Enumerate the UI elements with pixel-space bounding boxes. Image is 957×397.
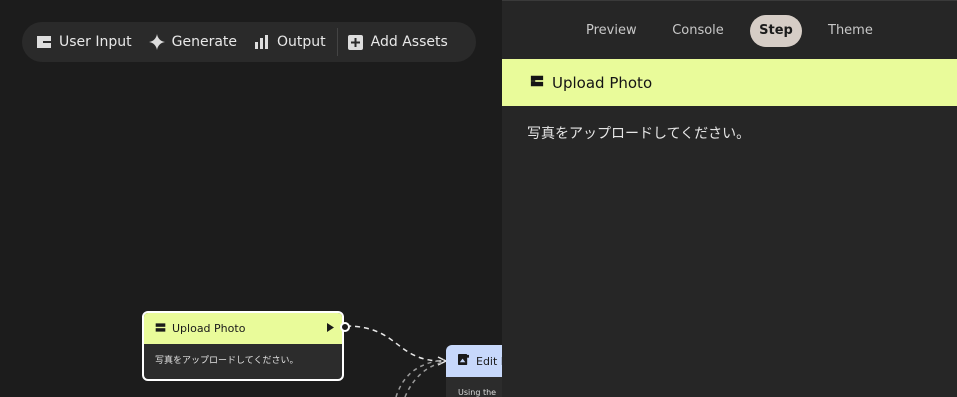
node-header: Upload Photo — [144, 313, 342, 344]
node-description: Using the — [458, 388, 497, 397]
workflow-canvas[interactable]: User Input Generate Output Add Assets Up… — [0, 0, 502, 397]
node-title: Upload Photo — [172, 322, 246, 335]
side-panel: Preview Console Step Theme Upload Photo … — [502, 0, 957, 397]
tab-preview[interactable]: Preview — [586, 15, 637, 47]
input-icon — [155, 322, 166, 336]
panel-tabs: Preview Console Step Theme — [502, 15, 957, 47]
node-upload-photo[interactable]: Upload Photo 写真をアップロードしてください。 — [142, 311, 344, 381]
node-header: Edit P — [446, 345, 502, 377]
node-description: 写真をアップロードしてください。 — [155, 356, 299, 366]
input-icon — [530, 73, 544, 92]
step-title: Upload Photo — [552, 73, 653, 92]
node-title: Edit P — [476, 354, 502, 368]
node-edit-photo[interactable]: Edit P Using the — [446, 345, 502, 397]
step-description: 写真をアップロードしてください。 — [527, 126, 751, 142]
edge-incoming-2 — [404, 361, 445, 397]
edge-incoming-1 — [395, 359, 445, 397]
run-step-icon[interactable] — [326, 322, 334, 335]
tab-console[interactable]: Console — [672, 15, 724, 47]
output-port[interactable] — [340, 322, 350, 332]
image-edit-icon — [458, 354, 469, 368]
edge-upload-to-edit — [345, 325, 445, 362]
tab-theme[interactable]: Theme — [828, 15, 873, 47]
tab-step[interactable]: Step — [750, 15, 802, 47]
step-header: Upload Photo — [502, 59, 957, 106]
